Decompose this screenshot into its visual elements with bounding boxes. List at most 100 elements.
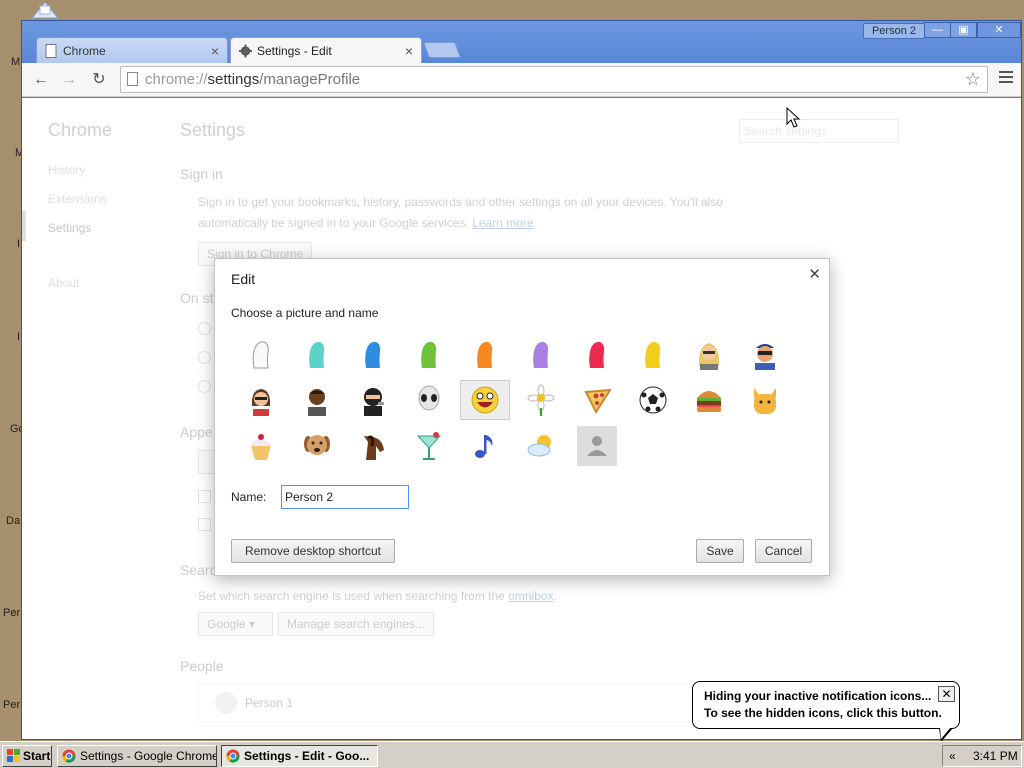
nav-selection-bar: [22, 211, 26, 241]
section-heading: On st: [180, 290, 214, 306]
profile-button[interactable]: Person 2: [862, 23, 925, 39]
chrome-icon: [62, 749, 76, 763]
start-label: Start: [23, 749, 51, 763]
cancel-button[interactable]: Cancel: [755, 539, 812, 563]
red-avatar[interactable]: [577, 334, 617, 374]
minimize-button[interactable]: —: [924, 22, 951, 38]
yellow-avatar[interactable]: [633, 334, 673, 374]
flower-avatar[interactable]: [521, 380, 561, 420]
manage-search-engines-button[interactable]: Manage search engines...: [278, 612, 435, 636]
sun-cloud-avatar[interactable]: [521, 426, 561, 466]
system-tray: « 3:41 PM: [942, 745, 1022, 767]
cat-avatar[interactable]: [745, 380, 785, 420]
task-label: Settings - Edit - Goo...: [244, 749, 370, 763]
maximize-button[interactable]: ▣: [950, 22, 977, 38]
notification-balloon: Hiding your inactive notification icons.…: [692, 681, 960, 742]
balloon-line: Hiding your inactive notification icons.…: [704, 689, 932, 703]
nav-item-about[interactable]: About: [48, 276, 79, 290]
close-tab-icon[interactable]: ×: [211, 43, 219, 59]
remove-desktop-shortcut-button[interactable]: Remove desktop shortcut: [231, 539, 395, 563]
pizza-avatar[interactable]: [577, 380, 617, 420]
awesome-face-avatar[interactable]: [460, 380, 510, 420]
bookmark-star-icon[interactable]: ☆: [965, 69, 981, 90]
close-tab-icon[interactable]: ×: [405, 43, 413, 59]
tab-chrome[interactable]: Chrome ×: [36, 37, 228, 63]
desktop-label[interactable]: M: [11, 56, 20, 68]
blue-avatar[interactable]: [353, 334, 393, 374]
desktop-label[interactable]: I: [17, 331, 20, 343]
cocktail-avatar[interactable]: [409, 426, 449, 466]
sign-in-text: Sign in to get your bookmarks, history, …: [198, 192, 723, 234]
generic-person-avatar[interactable]: [577, 426, 617, 466]
nav-item-extensions[interactable]: Extensions: [48, 192, 107, 206]
save-button[interactable]: Save: [696, 539, 744, 563]
nav-item-settings[interactable]: Settings: [48, 221, 91, 235]
section-heading: Appe: [180, 424, 213, 440]
soccer-ball-avatar[interactable]: [633, 380, 673, 420]
blonde-woman-avatar[interactable]: [689, 334, 729, 374]
nav-item-history[interactable]: History: [48, 163, 85, 177]
dog-avatar[interactable]: [297, 426, 337, 466]
learn-more-link[interactable]: Learn more: [472, 216, 533, 230]
address-bar[interactable]: chrome://settings/manageProfile ☆: [120, 66, 988, 93]
name-label: Name:: [231, 490, 267, 504]
white-avatar[interactable]: [241, 334, 281, 374]
desktop-label[interactable]: Per: [3, 699, 20, 711]
startup-radio[interactable]: [198, 380, 211, 393]
search-text: Set which search engine is used when sea…: [198, 586, 557, 607]
appearance-checkbox[interactable]: [198, 518, 211, 531]
clock[interactable]: 3:41 PM: [973, 749, 1018, 763]
search-desc-end: .: [553, 589, 557, 603]
desktop-label[interactable]: Da: [6, 515, 20, 527]
close-window-button[interactable]: ✕: [977, 22, 1021, 38]
section-heading: People: [180, 658, 224, 674]
cupcake-avatar[interactable]: [241, 426, 281, 466]
omnibox-link[interactable]: omnibox: [508, 589, 553, 603]
tab-label: Chrome: [63, 44, 106, 58]
search-engine-select[interactable]: Google ▾: [198, 612, 273, 636]
sunglasses-man-avatar[interactable]: [745, 334, 785, 374]
horse-avatar[interactable]: [353, 426, 393, 466]
new-tab-button[interactable]: [423, 42, 461, 58]
burger-avatar[interactable]: [689, 380, 729, 420]
show-hidden-icons-button[interactable]: «: [949, 749, 956, 763]
back-button[interactable]: ←: [30, 70, 52, 90]
tab-strip: Chrome × Settings - Edit × Person 2 — ▣ …: [22, 21, 1021, 63]
url-scheme: chrome://: [145, 71, 208, 88]
purple-avatar[interactable]: [521, 334, 561, 374]
desktop-label[interactable]: I: [17, 238, 20, 250]
chrome-menu-icon[interactable]: [999, 71, 1013, 86]
task-label: Settings - Google Chrome: [80, 749, 217, 763]
orange-avatar[interactable]: [465, 334, 505, 374]
taskbar-item-settings-edit[interactable]: Settings - Edit - Goo...: [221, 745, 378, 767]
cyan-avatar[interactable]: [297, 334, 337, 374]
dialog-close-icon[interactable]: ✕: [808, 265, 821, 283]
desktop-folder-icon[interactable]: [28, 0, 62, 20]
page-icon: [127, 72, 138, 86]
man-avatar[interactable]: [297, 380, 337, 420]
person-name: Person 1: [245, 696, 294, 710]
reload-button[interactable]: ↻: [88, 70, 110, 90]
search-settings-input[interactable]: Search settings: [739, 119, 899, 143]
taskbar-item-settings-chrome[interactable]: Settings - Google Chrome: [57, 745, 217, 767]
ninja-avatar[interactable]: [353, 380, 393, 420]
startup-radio[interactable]: [198, 322, 211, 335]
green-avatar[interactable]: [409, 334, 449, 374]
desktop-label[interactable]: Per: [3, 607, 20, 619]
start-button[interactable]: Start: [2, 745, 52, 767]
person-row[interactable]: Person 1: [198, 683, 698, 723]
balloon-line: To see the hidden icons, click this butt…: [704, 706, 942, 720]
chrome-icon: [226, 749, 240, 763]
startup-radio[interactable]: [198, 351, 211, 364]
tab-settings-edit[interactable]: Settings - Edit ×: [230, 37, 422, 63]
dialog-subtitle: Choose a picture and name: [231, 306, 379, 320]
forward-button[interactable]: →: [58, 70, 80, 90]
tab-label: Settings - Edit: [257, 44, 332, 58]
name-field[interactable]: [281, 485, 409, 509]
gear-icon: [239, 44, 252, 58]
woman-sunglasses-avatar[interactable]: [241, 380, 281, 420]
balloon-close-button[interactable]: ✕: [938, 686, 955, 702]
music-note-avatar[interactable]: [465, 426, 505, 466]
appearance-checkbox[interactable]: [198, 490, 211, 503]
alien-avatar[interactable]: [409, 380, 449, 420]
